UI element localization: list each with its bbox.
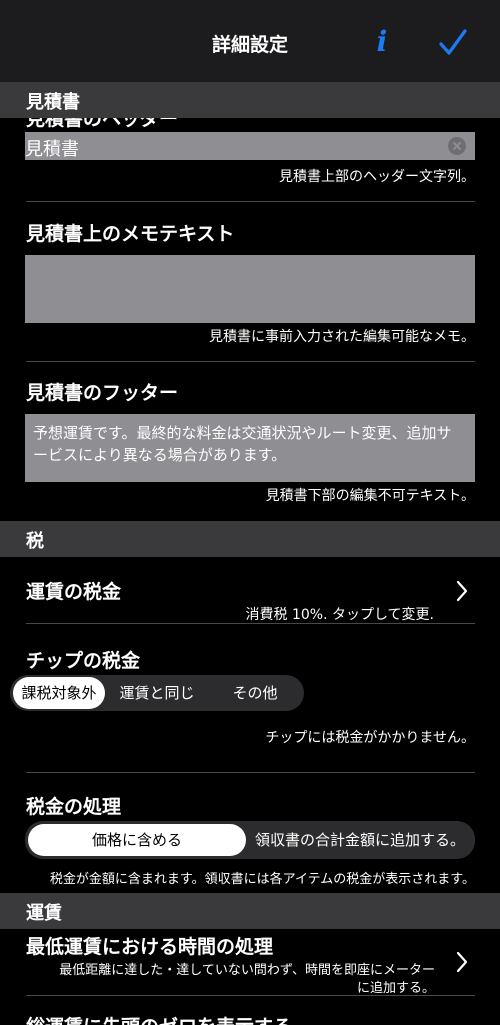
estimate-memo-caption: 見積書に事前入力された編集可能なメモ。 <box>209 329 475 345</box>
section-header-label: 運賃 <box>26 903 62 924</box>
section-header-estimate: 見積書 <box>0 82 500 118</box>
estimate-header-value: 見積書 <box>25 139 79 160</box>
fare-tax-caption: 消費税 10%. タップして変更. <box>245 607 435 623</box>
tip-tax-option-none[interactable]: 課税対象外 <box>13 677 105 709</box>
divider <box>26 772 475 773</box>
tax-handling-caption: 税金が金額に含まれます。領収書には各アイテムの税金が表示されます。 <box>49 872 475 887</box>
divider <box>26 201 475 202</box>
info-icon[interactable]: i <box>372 26 392 58</box>
tax-handling-option-add[interactable]: 領収書の合計金額に追加する。 <box>249 824 471 856</box>
clear-icon[interactable] <box>448 137 466 155</box>
estimate-footer-text: 予想運賃です。最終的な料金は交通状況やルート変更、追加サービスにより異なる場合が… <box>25 414 475 482</box>
section-header-fare: 運賃 <box>0 893 500 929</box>
min-fare-time-caption-line1: 最低距離に達した・達していない問わず、時間を即座にメーター <box>59 963 435 978</box>
chevron-right-icon <box>456 580 468 602</box>
estimate-memo-input[interactable] <box>25 255 475 323</box>
tax-handling-option-include[interactable]: 価格に含める <box>28 824 246 856</box>
chevron-right-icon <box>456 951 468 973</box>
settings-list[interactable]: 見積書のヘッダー 見積書 見積書 見積書上部のヘッダー文字列。 見積書上のメモテ… <box>0 82 500 1025</box>
tip-tax-segmented-control[interactable]: 課税対象外 運賃と同じ その他 <box>10 675 304 711</box>
estimate-footer-caption: 見積書下部の編集不可テキスト。 <box>265 488 475 504</box>
tip-tax-option-same-as-fare[interactable]: 運賃と同じ <box>107 677 207 709</box>
min-fare-time-caption-line2: に追加する。 <box>356 981 435 996</box>
section-header-label: 見積書 <box>26 92 80 113</box>
tip-tax-title: チップの税金 <box>26 650 141 672</box>
divider <box>26 995 475 996</box>
min-fare-time-title: 最低運賃における時間の処理 <box>26 936 274 958</box>
estimate-memo-title: 見積書上のメモテキスト <box>26 223 235 245</box>
section-header-label: 税 <box>26 531 44 552</box>
page-title: 詳細設定 <box>211 34 288 56</box>
estimate-header-input[interactable]: 見積書 <box>25 132 475 160</box>
tip-tax-option-other[interactable]: その他 <box>209 677 301 709</box>
tax-handling-title: 税金の処理 <box>26 796 122 818</box>
checkmark-icon[interactable] <box>438 28 468 58</box>
navigation-bar: 詳細設定 i <box>0 0 500 82</box>
section-header-tax: 税 <box>0 521 500 557</box>
estimate-header-caption: 見積書上部のヘッダー文字列。 <box>279 169 475 185</box>
tip-tax-caption: チップには税金がかかりません。 <box>265 730 475 746</box>
fare-tax-title: 運賃の税金 <box>26 581 122 603</box>
divider <box>26 361 475 362</box>
estimate-footer-title: 見積書のフッター <box>26 382 179 404</box>
leading-zero-title[interactable]: 総運賃に先頭のゼロを表示する <box>26 1012 292 1025</box>
divider <box>26 623 475 624</box>
tax-handling-segmented-control[interactable]: 価格に含める 領収書の合計金額に追加する。 <box>25 821 475 859</box>
estimate-footer-value: 予想運賃です。最終的な料金は交通状況やルート変更、追加サービスにより異なる場合が… <box>33 424 452 464</box>
